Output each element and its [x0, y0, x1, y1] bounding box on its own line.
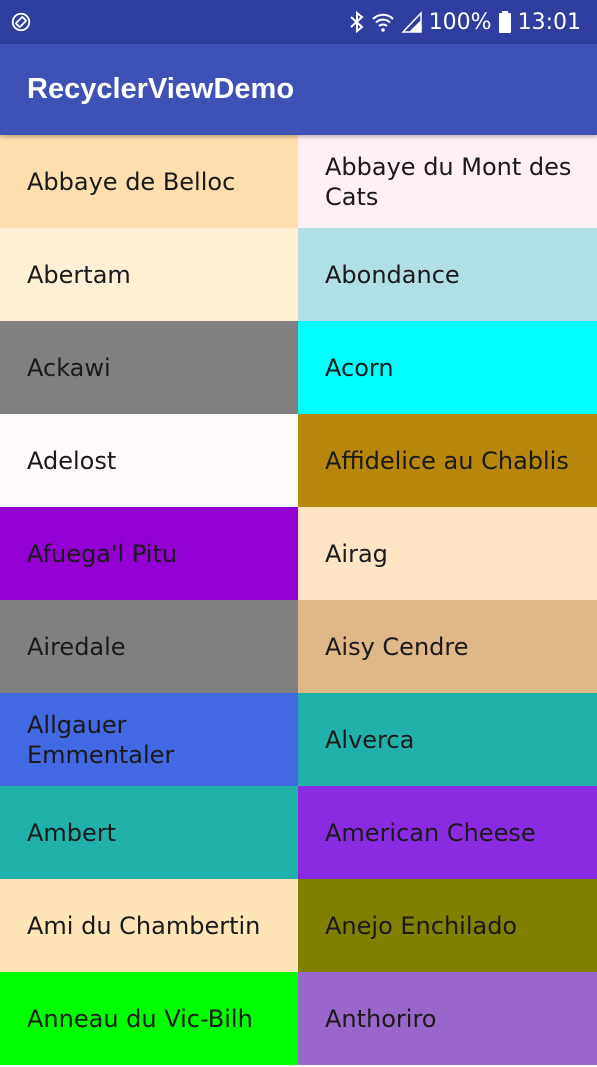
item-grid[interactable]: Abbaye de Belloc Abbaye du Mont des Cats A…: [0, 135, 597, 1065]
grid-item[interactable]: Ambert: [0, 786, 298, 879]
grid-item[interactable]: Affidelice au Chablis: [298, 414, 597, 507]
screen-rotation-icon: [11, 12, 31, 32]
grid-item[interactable]: Anejo Enchilado: [298, 879, 597, 972]
grid-item[interactable]: Abondance: [298, 228, 597, 321]
grid-item[interactable]: American Cheese: [298, 786, 597, 879]
grid-item[interactable]: Ami du Chambertin: [0, 879, 298, 972]
grid-item[interactable]: Airedale: [0, 600, 298, 693]
grid-item[interactable]: Allgauer Emmentaler: [0, 693, 298, 786]
grid-item[interactable]: Abbaye de Belloc: [0, 135, 298, 228]
app-bar: RecyclerViewDemo: [0, 44, 597, 135]
grid-item[interactable]: Adelost: [0, 414, 298, 507]
bluetooth-icon: [350, 10, 364, 34]
grid-item[interactable]: Airag: [298, 507, 597, 600]
app-title: RecyclerViewDemo: [27, 73, 295, 105]
grid-item[interactable]: Anthoriro: [298, 972, 597, 1065]
grid-item[interactable]: Ackawi: [0, 321, 298, 414]
grid-item[interactable]: Abertam: [0, 228, 298, 321]
wifi-icon: [371, 13, 394, 32]
status-bar: 100% 13:01: [0, 0, 597, 44]
cell-signal-icon: [400, 11, 422, 33]
grid-item[interactable]: Acorn: [298, 321, 597, 414]
grid-item[interactable]: Aisy Cendre: [298, 600, 597, 693]
battery-icon: [498, 11, 511, 33]
battery-percent: 100%: [428, 9, 492, 35]
grid-item[interactable]: Afuega'l Pitu: [0, 507, 298, 600]
status-icons: 100% 13:01: [349, 0, 581, 44]
grid-item[interactable]: Alverca: [298, 693, 597, 786]
clock: 13:01: [517, 9, 581, 35]
grid-item[interactable]: Abbaye du Mont des Cats: [298, 135, 597, 228]
grid-item[interactable]: Anneau du Vic-Bilh: [0, 972, 298, 1065]
